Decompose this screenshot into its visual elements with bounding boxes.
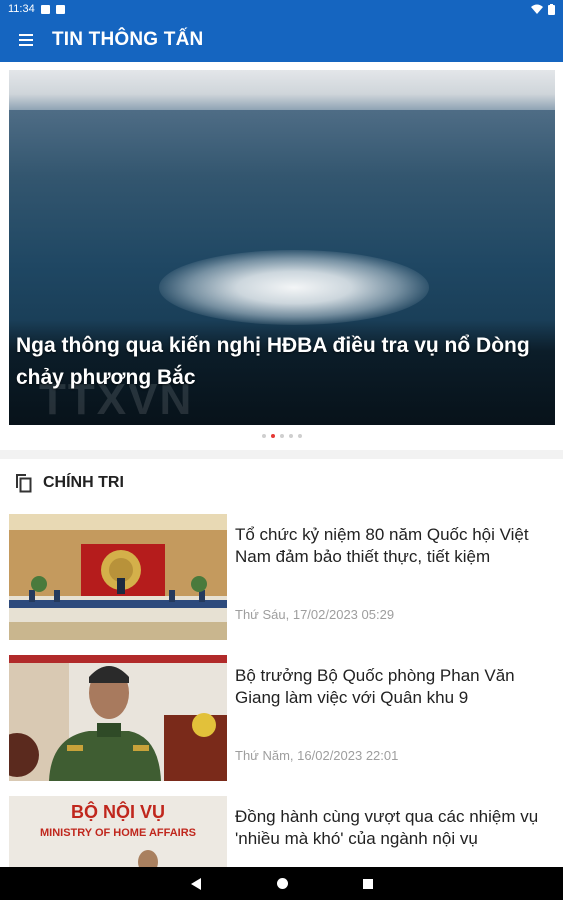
article-thumbnail[interactable] — [9, 514, 227, 640]
app-bar: TIN THÔNG TẤN — [0, 18, 563, 62]
carousel-dot[interactable] — [288, 434, 293, 438]
system-navigation-bar — [0, 867, 563, 900]
wifi-icon — [531, 4, 543, 14]
article-title[interactable]: Tổ chức kỷ niệm 80 năm Quốc hội Việt Nam… — [235, 524, 555, 568]
article-list: Tổ chức kỷ niệm 80 năm Quốc hội Việt Nam… — [0, 507, 563, 867]
status-bar: 11:34 — [0, 0, 563, 18]
main-content: TTXVN Nga thông qua kiến nghị HĐBA điều … — [0, 62, 563, 867]
thumb-text-2: MINISTRY OF HOME AFFAIRS — [40, 827, 196, 839]
article-date: Thứ Sáu, 17/02/2023 05:29 — [235, 607, 395, 622]
sd-card-icon — [55, 4, 65, 14]
article-thumbnail[interactable] — [9, 655, 227, 781]
article-date: Thứ Năm, 16/02/2023 22:01 — [235, 748, 399, 763]
carousel-dot[interactable] — [297, 434, 302, 438]
carousel-indicator — [0, 434, 563, 438]
hero-image[interactable]: TTXVN Nga thông qua kiến nghị HĐBA điều … — [9, 70, 555, 425]
sea-foam — [159, 250, 429, 325]
battery-icon — [548, 3, 555, 15]
recents-icon[interactable] — [362, 878, 373, 889]
hamburger-menu-icon[interactable] — [0, 18, 52, 62]
carousel-dot[interactable] — [261, 434, 266, 438]
section-header[interactable]: CHÍNH TRI — [0, 459, 563, 507]
copy-icon — [16, 474, 32, 493]
notification-icon — [40, 4, 50, 14]
article-item[interactable]: BỘ NỘI VỤ MINISTRY OF HOME AFFAIRS Đồng … — [0, 789, 563, 867]
section-title: CHÍNH TRI — [43, 474, 124, 491]
article-title[interactable]: Đồng hành cùng vượt qua các nhiệm vụ 'nh… — [235, 806, 555, 850]
app-title: TIN THÔNG TẤN — [52, 29, 204, 50]
status-time: 11:34 — [8, 3, 35, 15]
thumb-text-1: BỘ NỘI VỤ — [71, 801, 165, 822]
carousel-dot[interactable] — [279, 434, 284, 438]
article-item[interactable]: Tổ chức kỷ niệm 80 năm Quốc hội Việt Nam… — [0, 507, 563, 648]
article-title[interactable]: Bộ trưởng Bộ Quốc phòng Phan Văn Giang l… — [235, 665, 555, 709]
horizon — [9, 70, 555, 110]
hero-title[interactable]: Nga thông qua kiến nghị HĐBA điều tra vụ… — [16, 330, 546, 394]
back-icon[interactable] — [190, 877, 202, 890]
article-item[interactable]: Bộ trưởng Bộ Quốc phòng Phan Văn Giang l… — [0, 648, 563, 789]
hero-carousel[interactable]: TTXVN Nga thông qua kiến nghị HĐBA điều … — [0, 62, 563, 450]
home-icon[interactable] — [276, 878, 288, 889]
carousel-dot-active[interactable] — [270, 434, 275, 438]
article-thumbnail[interactable]: BỘ NỘI VỤ MINISTRY OF HOME AFFAIRS — [9, 796, 227, 867]
